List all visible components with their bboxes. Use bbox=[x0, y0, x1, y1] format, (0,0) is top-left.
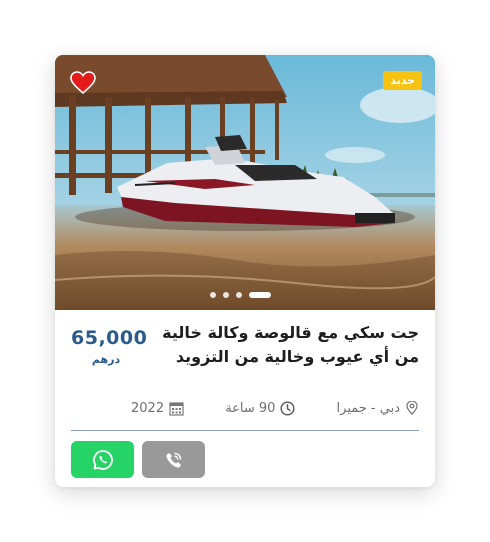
carousel-dot[interactable] bbox=[210, 292, 216, 298]
map-pin-icon bbox=[406, 401, 418, 415]
clock-icon bbox=[280, 400, 295, 416]
call-button[interactable] bbox=[142, 441, 205, 478]
price-currency: درهم bbox=[91, 353, 121, 366]
year-text: 2022 bbox=[131, 400, 165, 416]
listing-title-line1: جت سكي مع قالوصة وكالة خالية bbox=[162, 323, 419, 342]
carousel-dot-active[interactable] bbox=[249, 292, 271, 298]
calendar-icon bbox=[169, 401, 184, 416]
price-amount: 65,000 bbox=[71, 327, 148, 349]
duration-item: 90 ساعة bbox=[225, 401, 295, 416]
price-block: 65,000 درهم bbox=[71, 327, 148, 366]
location-text: دبي - جميرا bbox=[336, 400, 400, 416]
carousel-dot[interactable] bbox=[236, 292, 242, 298]
heart-icon bbox=[70, 71, 96, 95]
year-item: 2022 bbox=[131, 401, 184, 416]
jet-ski-photo bbox=[55, 55, 435, 310]
listing-photo[interactable]: جديد bbox=[55, 55, 435, 310]
duration-text: 90 ساعة bbox=[225, 400, 276, 416]
divider bbox=[71, 430, 419, 431]
listing-card[interactable]: جديد جت سكي مع قالوصة وكالة خالية من أي … bbox=[55, 55, 435, 487]
listing-meta: دبي - جميرا 90 ساعة 2022 bbox=[71, 398, 419, 418]
listing-title-line2: من أي عيوب وخالية من التزويد bbox=[175, 347, 419, 366]
new-badge: جديد bbox=[383, 71, 422, 90]
favorite-button[interactable] bbox=[69, 69, 97, 97]
location-item: دبي - جميرا bbox=[337, 401, 419, 416]
whatsapp-icon bbox=[92, 449, 113, 470]
listing-title[interactable]: جت سكي مع قالوصة وكالة خالية من أي عيوب … bbox=[159, 321, 419, 369]
whatsapp-button[interactable] bbox=[71, 441, 134, 478]
carousel-dot[interactable] bbox=[223, 292, 229, 298]
photo-carousel-dots bbox=[210, 292, 271, 298]
phone-icon bbox=[165, 452, 181, 468]
